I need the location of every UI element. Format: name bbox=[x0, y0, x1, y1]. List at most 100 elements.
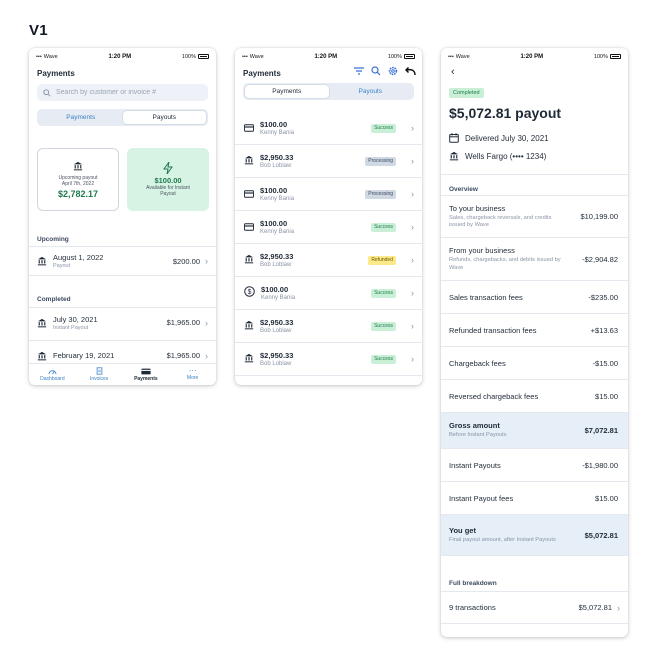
overview-row: Sales transaction fees -$235.00 bbox=[441, 281, 628, 314]
search-bar[interactable] bbox=[37, 84, 208, 101]
overview-label: From your business bbox=[449, 246, 515, 255]
customer-name: Kenny Bania bbox=[260, 229, 295, 235]
bank-account: Wells Fargo (•••• 1234) bbox=[465, 151, 547, 161]
payout-date: February 19, 2021 bbox=[53, 350, 115, 360]
tabbar-dashboard[interactable]: Dashboard bbox=[29, 364, 76, 385]
overview-value: -$2,904.82 bbox=[582, 254, 618, 264]
customer-name: Bob Loblaw bbox=[260, 361, 292, 367]
transaction-amount: $2,950.33 bbox=[260, 252, 294, 261]
gear-icon[interactable] bbox=[388, 66, 398, 76]
chevron-right-icon: › bbox=[205, 317, 208, 328]
overview-label: Instant Payout fees bbox=[449, 493, 514, 503]
transaction-row[interactable]: $2,950.33 Bob Loblaw Success › bbox=[235, 310, 422, 343]
chevron-right-icon: › bbox=[411, 156, 414, 166]
bank-icon bbox=[37, 256, 47, 266]
overview-value: -$1,980.00 bbox=[582, 460, 618, 470]
transaction-row[interactable]: $2,950.33 Bob Loblaw Processing › bbox=[235, 145, 422, 178]
transaction-row[interactable]: $100.00 Kenny Bania Success › bbox=[235, 211, 422, 244]
tabbar-invoices[interactable]: Invoices bbox=[76, 364, 123, 385]
carrier-label: Wave bbox=[455, 53, 470, 60]
bank-icon bbox=[449, 151, 459, 161]
upcoming-payout-card[interactable]: Upcoming payout April 7th, 2022 $2,782.1… bbox=[37, 148, 119, 211]
svg-text:$: $ bbox=[248, 289, 252, 296]
transaction-row[interactable]: $100.00 Kenny Bania Success › bbox=[235, 112, 422, 145]
bank-icon bbox=[244, 350, 254, 368]
transaction-row[interactable]: $2,950.33 Bob Loblaw Success › bbox=[235, 343, 422, 376]
overview-row: Reversed chargeback fees $15.00 bbox=[441, 380, 628, 413]
status-badge: Completed bbox=[449, 88, 484, 98]
transaction-amount: $100.00 bbox=[260, 120, 288, 129]
transaction-amount: $2,950.33 bbox=[260, 153, 294, 162]
breakdown-label: 9 transactions bbox=[449, 603, 496, 612]
payout-amount: $1,965.00 bbox=[166, 351, 200, 360]
tabbar-more[interactable]: ··· More bbox=[169, 364, 216, 385]
tabbar-label: More bbox=[186, 375, 199, 381]
delivered-info: Delivered July 30, 2021 bbox=[449, 133, 549, 143]
overview-label: Refunded transaction fees bbox=[449, 325, 537, 335]
chevron-right-icon: › bbox=[205, 350, 208, 361]
tab-payments[interactable]: Payments bbox=[245, 85, 329, 98]
segmented-control: Payments Payouts bbox=[243, 83, 414, 100]
chevron-right-icon: › bbox=[411, 321, 414, 331]
status-badge: Processing bbox=[365, 156, 396, 166]
breakdown-row[interactable]: 9 transactions $5,072.81 › bbox=[441, 591, 628, 624]
tabbar-label: Dashboard bbox=[40, 375, 65, 382]
overview-label: Reversed chargeback fees bbox=[449, 391, 539, 401]
tab-payouts[interactable]: Payouts bbox=[329, 85, 413, 98]
card-icon bbox=[244, 119, 254, 137]
status-time: 1:20 PM bbox=[520, 53, 544, 60]
tabbar-label: Invoices bbox=[89, 376, 109, 382]
status-badge: Success bbox=[371, 354, 396, 364]
tabbar-payments[interactable]: Payments bbox=[123, 364, 170, 385]
section-overview: Overview bbox=[449, 186, 478, 193]
customer-name: Kenny Bania bbox=[261, 295, 296, 301]
bank-icon bbox=[244, 152, 254, 170]
dashboard-icon bbox=[48, 369, 57, 374]
payout-amount: $1,965.00 bbox=[166, 318, 200, 327]
status-bar: ••• Wave 1:20 PM 100% bbox=[441, 48, 628, 65]
tab-payments[interactable]: Payments bbox=[39, 111, 123, 124]
chevron-right-icon: › bbox=[411, 255, 414, 265]
battery-icon bbox=[610, 54, 621, 59]
card-icon bbox=[141, 368, 151, 374]
undo-arrow-icon[interactable] bbox=[405, 66, 416, 76]
signal-icon: ••• bbox=[242, 53, 248, 60]
section-full-breakdown: Full breakdown bbox=[449, 580, 497, 587]
bank-icon bbox=[244, 251, 254, 269]
payout-row[interactable]: August 1, 2022 Payout $200.00 › bbox=[29, 246, 216, 276]
customer-name: Bob Loblaw bbox=[260, 163, 292, 169]
transaction-row[interactable]: $ $100.00 Kenny Bania Success › bbox=[235, 277, 422, 310]
status-bar: ••• Wave 1:20 PM 100% bbox=[235, 48, 422, 65]
chevron-right-icon: › bbox=[205, 256, 208, 266]
payout-row[interactable]: July 30, 2021 Instant Payout $1,965.00 › bbox=[29, 307, 216, 337]
status-time: 1:20 PM bbox=[108, 53, 132, 60]
more-icon: ··· bbox=[188, 366, 197, 375]
overview-label: Sales transaction fees bbox=[449, 292, 523, 302]
page-title: Payments bbox=[37, 69, 75, 78]
instant-payout-card[interactable]: $100.00 Available for Instant Payout bbox=[127, 148, 209, 211]
battery-percent: 100% bbox=[181, 53, 196, 60]
transaction-row[interactable]: $100.00 Kenny Bania Processing › bbox=[235, 178, 422, 211]
overview-label: Instant Payouts bbox=[449, 460, 501, 470]
page-title: Payments bbox=[243, 69, 281, 78]
transaction-amount: $100.00 bbox=[260, 186, 288, 195]
overview-value: -$15.00 bbox=[592, 358, 618, 368]
filter-icon[interactable] bbox=[354, 67, 364, 75]
tab-payouts[interactable]: Payouts bbox=[122, 111, 206, 124]
payout-type: Payout bbox=[53, 263, 71, 269]
overview-value: $7,072.81 bbox=[584, 426, 618, 435]
overview-sublabel: Final payout amount, after Instant Payou… bbox=[449, 536, 556, 543]
overview-label: Chargeback fees bbox=[449, 358, 506, 368]
search-icon[interactable] bbox=[371, 66, 381, 76]
search-icon bbox=[43, 88, 51, 97]
overview-sublabel: Before Instant Payouts bbox=[449, 432, 507, 439]
back-chevron-icon[interactable]: ‹ bbox=[451, 66, 455, 78]
overview-value: -$235.00 bbox=[588, 292, 618, 302]
breakdown-value: $5,072.81 bbox=[578, 603, 612, 612]
overview-row: You get Final payout amount, after Instan… bbox=[441, 515, 628, 556]
battery-icon bbox=[198, 54, 209, 59]
transaction-row[interactable]: $2,950.33 Bob Loblaw Refunded › bbox=[235, 244, 422, 277]
search-input[interactable] bbox=[56, 89, 196, 96]
battery-percent: 100% bbox=[387, 53, 402, 60]
battery-percent: 100% bbox=[593, 53, 608, 60]
